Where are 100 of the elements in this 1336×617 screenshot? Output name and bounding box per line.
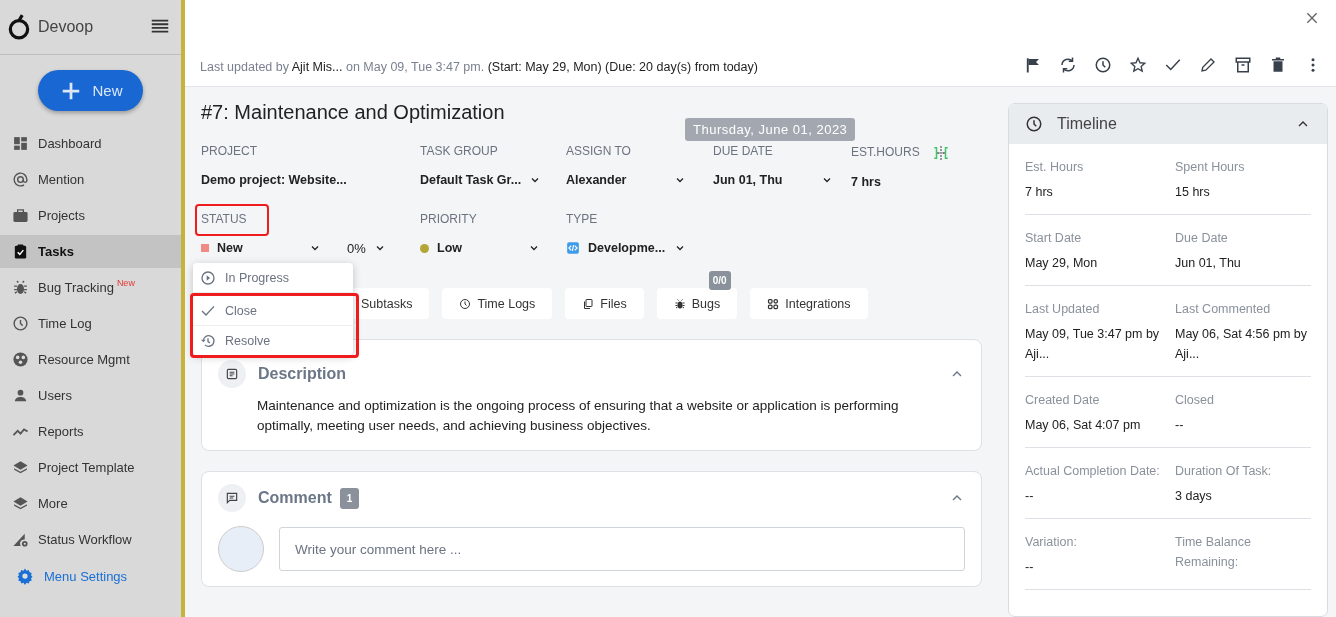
split-arrows-icon[interactable]	[931, 144, 950, 162]
archive-icon[interactable]	[1234, 56, 1252, 74]
timeline-value: May 06, Sat 4:07 pm	[1025, 417, 1142, 434]
timeline-label: Variation:	[1025, 534, 1078, 551]
timeline-label: Start Date	[1025, 230, 1083, 247]
logo-icon	[6, 14, 32, 40]
history-icon	[200, 332, 216, 349]
at-sign-icon	[12, 171, 29, 188]
clock-icon	[1025, 115, 1043, 133]
field-value: Demo project: Website...	[201, 172, 347, 189]
card-title: Comment	[258, 489, 332, 507]
dropdown[interactable]: Default Task Gr...	[420, 170, 540, 190]
field-label: ASSIGN TO	[566, 144, 631, 160]
sidebar-item[interactable]: Time Log	[0, 307, 181, 340]
close-icon[interactable]	[1304, 10, 1320, 26]
comment-icon	[218, 484, 246, 512]
timeline-label: Created Date	[1025, 392, 1101, 409]
sync-icon[interactable]	[1059, 56, 1077, 74]
tab[interactable]: Bugs	[656, 288, 738, 319]
briefcase-icon	[12, 207, 29, 224]
timeline-label: Time Balance Remaining:	[1175, 534, 1252, 571]
menu-settings-link[interactable]: Menu Settings	[0, 559, 181, 593]
description-text: Maintenance and optimization is the ongoing process of ensuring that a website or application is performing optimally, meeting user needs, and achieving business objectives.	[257, 397, 900, 435]
priority-dropdown[interactable]: Low	[420, 238, 540, 258]
timeline-label: Actual Completion Date:	[1025, 463, 1161, 480]
field-label: DUE DATE	[713, 144, 773, 160]
sidebar-item[interactable]: Dashboard	[0, 127, 181, 160]
pencil-icon[interactable]	[1199, 56, 1217, 74]
comment-count-badge: 1	[339, 487, 360, 509]
timeline-label: Spent Hours	[1175, 159, 1246, 176]
type-dropdown[interactable]: Developme...	[566, 238, 686, 258]
status-dropdown[interactable]: New	[201, 238, 321, 258]
sidebar-item[interactable]: Resource Mgmt	[0, 343, 181, 376]
count-badge: 0/0	[708, 271, 731, 290]
sidebar-item[interactable]: Mention	[0, 163, 181, 196]
sidebar-item[interactable]: Users	[0, 379, 181, 412]
clock-icon[interactable]	[1094, 56, 1112, 74]
dropdown[interactable]: Alexander	[566, 170, 686, 190]
field-label: STATUS	[195, 204, 269, 236]
tab[interactable]: Time Logs	[442, 288, 553, 319]
person-icon	[12, 387, 29, 404]
timeline-label: Duration Of Task:	[1175, 463, 1273, 480]
timeline-label: Last Updated	[1025, 301, 1101, 318]
code-icon	[566, 241, 580, 255]
sidebar-item[interactable]: Projects	[0, 199, 181, 232]
tab[interactable]: Files	[565, 288, 644, 319]
clock-icon	[459, 297, 472, 310]
menu-item[interactable]: In Progress	[193, 263, 353, 293]
flag-icon[interactable]	[1024, 56, 1042, 74]
sidebar-item[interactable]: Status Workflow	[0, 523, 181, 556]
comment-input-field[interactable]: Write your comment here ...	[279, 527, 965, 571]
card-title: Description	[258, 365, 346, 383]
timeline-value: May 06, Sat 4:56 pm by Aji...	[1175, 326, 1308, 363]
sidebar-item[interactable]: More	[0, 487, 181, 520]
sidebar-item[interactable]: Project Template	[0, 451, 181, 484]
timeline-label: Due Date	[1175, 230, 1229, 247]
new-label: New	[116, 277, 135, 288]
date-tooltip: Thursday, June 01, 2023	[685, 118, 856, 141]
avatar-placeholder	[218, 526, 264, 572]
timeline-label: Last Commented	[1175, 301, 1272, 318]
sidebar-item[interactable]: Tasks	[0, 235, 181, 268]
timeline-label: Est. Hours	[1025, 159, 1085, 176]
sidebar-item[interactable]: Bug Tracking New	[0, 271, 181, 304]
layers-icon	[12, 495, 29, 512]
integrations-icon	[767, 297, 780, 310]
bug-icon	[673, 297, 686, 310]
timeline-title: Timeline	[1057, 115, 1118, 133]
field-value[interactable]: 7 hrs	[851, 172, 881, 192]
task-title: #7: Maintenance and Optimization	[201, 101, 506, 124]
progress-dropdown[interactable]: 0%	[347, 240, 386, 256]
bug-icon	[12, 279, 29, 296]
timeline-value: 15 hrs	[1175, 184, 1211, 201]
field-label: PROJECT	[201, 144, 257, 160]
last-updated-info: Last updated by Ajit Mis... on May 09, Tue 3:47 pm. (Start: May 29, Mon) (Due: 20 day(s) from today)	[200, 60, 759, 74]
clock-icon	[12, 315, 29, 332]
timeline-label: Closed	[1175, 392, 1215, 409]
trash-icon[interactable]	[1269, 56, 1287, 74]
timeline-value: --	[1025, 559, 1035, 576]
dashboard-icon	[12, 135, 29, 152]
field-label: TYPE	[566, 212, 598, 228]
group-icon	[12, 351, 29, 368]
field-label: EST.HOURS	[851, 145, 920, 161]
brand-name: Devoop	[38, 18, 95, 36]
timeline-value: 3 days	[1175, 488, 1213, 505]
description-icon	[218, 360, 246, 388]
timeline-value: Jun 01, Thu	[1175, 255, 1242, 272]
play-circle-icon	[200, 269, 216, 286]
clipboard-check-icon	[12, 243, 29, 260]
sidebar-item[interactable]: Reports	[0, 415, 181, 448]
timeline-value: --	[1175, 417, 1185, 434]
menu-item[interactable]: Resolve	[193, 326, 356, 355]
dropdown[interactable]: Jun 01, Thu	[713, 170, 833, 190]
field-label: PRIORITY	[420, 212, 477, 228]
tab[interactable]: Integrations	[750, 288, 868, 319]
star-icon[interactable]	[1129, 56, 1147, 74]
field-label: TASK GROUP	[420, 144, 498, 160]
timeline-value: May 09, Tue 3:47 pm by Aji...	[1025, 326, 1161, 363]
timeline-value: 7 hrs	[1025, 184, 1054, 201]
timeline-value: May 29, Mon	[1025, 255, 1099, 272]
new-button[interactable]: New	[38, 70, 143, 111]
